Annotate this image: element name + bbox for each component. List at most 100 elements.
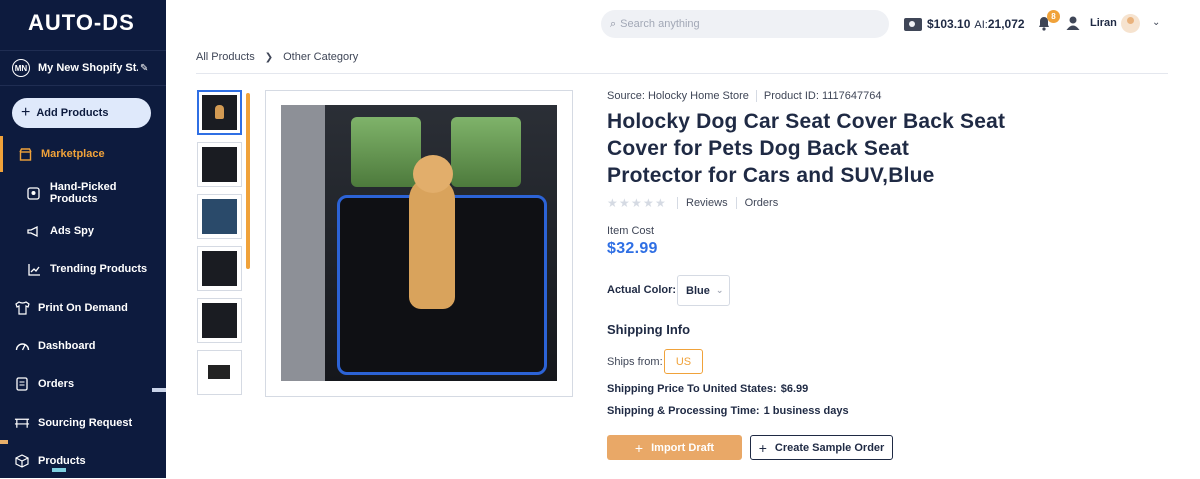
wallet-icon xyxy=(904,17,922,31)
ships-from-option[interactable]: US xyxy=(664,349,703,374)
car-door-shape xyxy=(281,105,325,381)
thumbnail[interactable] xyxy=(197,90,242,135)
sidebar-item-label: Dashboard xyxy=(38,340,96,352)
print-shirt-icon xyxy=(14,300,30,316)
balance-value: $103.10 xyxy=(927,17,971,31)
store-avatar: MN xyxy=(12,59,30,77)
shipping-info-heading: Shipping Info xyxy=(607,322,691,337)
sidebar-item-marketplace[interactable]: Marketplace xyxy=(0,136,166,172)
source-label: Source: xyxy=(607,90,645,102)
store-selector[interactable]: MN My New Shopify St... ✎ xyxy=(0,50,166,86)
sourcing-icon xyxy=(14,415,30,431)
create-sample-order-label: Create Sample Order xyxy=(774,441,885,454)
ai-credits-value: 21,072 xyxy=(987,17,1025,31)
sidebar: AUTO-DS MN My New Shopify St... ✎ + Add … xyxy=(0,0,166,478)
thumbnail-image xyxy=(202,199,237,234)
sidebar-accent-marker xyxy=(0,440,8,444)
sidebar-item-label: Products xyxy=(38,455,86,467)
sidebar-item-products[interactable]: Products xyxy=(0,443,166,479)
reviews-link[interactable]: Reviews xyxy=(686,197,728,209)
thumbnail[interactable] xyxy=(197,142,242,187)
thumbnail[interactable] xyxy=(197,298,242,343)
add-products-label: Add Products xyxy=(36,107,109,119)
sidebar-item-hand-picked[interactable]: Hand-Picked Products xyxy=(0,175,166,211)
item-cost-label: Item Cost xyxy=(607,225,655,237)
color-select[interactable]: Blue ⌄ xyxy=(677,275,730,306)
breadcrumb-all-products[interactable]: All Products xyxy=(196,51,255,63)
chevron-down-icon[interactable]: ⌄ xyxy=(1152,17,1160,28)
ai-credits: AI:21,072 xyxy=(974,17,1024,31)
sidebar-item-orders[interactable]: Orders xyxy=(0,366,166,402)
shipping-time-label: Shipping & Processing Time: xyxy=(607,405,760,417)
product-id-label: Product ID: xyxy=(763,90,819,102)
sidebar-item-print-on-demand[interactable]: Print On Demand xyxy=(0,290,166,326)
divider xyxy=(196,73,1168,74)
chevron-right-icon: ❯ xyxy=(264,51,274,63)
avatar[interactable] xyxy=(1121,14,1140,33)
add-products-button[interactable]: + Add Products xyxy=(12,98,151,128)
create-sample-order-button[interactable]: + Create Sample Order xyxy=(750,435,893,460)
shipping-price-label: Shipping Price To United States: xyxy=(607,383,777,395)
sidebar-item-label: Sourcing Request xyxy=(38,417,133,429)
sidebar-item-label: Orders xyxy=(38,378,75,390)
thumbnail[interactable] xyxy=(197,246,242,291)
sidebar-item-dashboard[interactable]: Dashboard xyxy=(0,328,166,364)
sidebar-item-label: Trending Products xyxy=(50,263,148,275)
thumbnail-image xyxy=(202,95,237,130)
main-product-image[interactable] xyxy=(281,105,557,381)
hand-picked-icon xyxy=(26,185,42,201)
megaphone-icon xyxy=(26,223,42,239)
user-name[interactable]: Liran xyxy=(1090,17,1117,29)
star-icon: ★ xyxy=(619,195,630,210)
thumbnail[interactable] xyxy=(197,350,242,395)
thumbnail-image xyxy=(202,355,237,390)
star-icon: ★ xyxy=(631,195,642,210)
shipping-price-value: $6.99 xyxy=(780,383,809,395)
rating-row: ★ ★ ★ ★ ★ Reviews Orders xyxy=(607,197,778,209)
search-placeholder: Search anything xyxy=(620,18,700,30)
sidebar-item-label: Ads Spy xyxy=(50,225,95,237)
product-title: Holocky Dog Car Seat Cover Back Seat Cov… xyxy=(607,110,1006,187)
star-icon: ★ xyxy=(607,195,618,210)
gauge-icon xyxy=(14,338,30,354)
notification-badge: 8 xyxy=(1047,10,1060,23)
import-draft-button[interactable]: + Import Draft xyxy=(607,435,742,460)
sidebar-scroll-marker xyxy=(152,388,166,392)
breadcrumb: All Products ❯ Other Category xyxy=(196,51,358,63)
trend-chart-icon xyxy=(26,261,42,277)
sidebar-item-label: Hand-Picked Products xyxy=(49,181,117,205)
sidebar-item-trending[interactable]: Trending Products xyxy=(0,251,166,287)
product-id: 1117647764 xyxy=(821,90,882,102)
source-store[interactable]: Holocky Home Store xyxy=(648,90,749,102)
dog-head-shape xyxy=(413,155,453,193)
thumbnail[interactable] xyxy=(197,194,242,239)
chevron-down-icon: ⌄ xyxy=(715,285,724,295)
orders-link[interactable]: Orders xyxy=(745,197,779,209)
plus-icon: + xyxy=(758,439,767,456)
divider xyxy=(735,197,737,209)
store-name: My New Shopify St... xyxy=(38,62,138,74)
thumbnail-scrollbar[interactable] xyxy=(246,93,250,269)
star-icon: ★ xyxy=(643,195,654,210)
import-draft-label: Import Draft xyxy=(651,441,715,454)
star-icon: ★ xyxy=(655,195,666,210)
user-icon[interactable] xyxy=(1066,15,1080,31)
sidebar-item-label: Print On Demand xyxy=(38,302,128,314)
color-select-value: Blue xyxy=(686,284,710,297)
balance-display[interactable]: $103.10 AI:21,072 xyxy=(904,14,1025,34)
actual-color-label: Actual Color: xyxy=(607,284,677,296)
breadcrumb-category[interactable]: Other Category xyxy=(283,51,358,63)
autods-logo[interactable]: AUTO-DS xyxy=(28,10,135,40)
source-row: Source: Holocky Home Store Product ID: 1… xyxy=(607,90,882,102)
window-shape xyxy=(351,117,421,187)
shipping-time: Shipping & Processing Time: 1 business da… xyxy=(607,405,849,417)
sidebar-item-ads-spy[interactable]: Ads Spy xyxy=(0,213,166,249)
window-shape xyxy=(451,117,521,187)
search-input[interactable]: ⌕ Search anything xyxy=(601,10,889,38)
box-icon xyxy=(14,453,30,469)
pencil-icon[interactable]: ✎ xyxy=(140,63,148,74)
sidebar-item-sourcing-request[interactable]: Sourcing Request xyxy=(0,405,166,441)
shipping-time-value: 1 business days xyxy=(763,405,849,417)
dog-body-shape xyxy=(409,177,455,309)
search-icon: ⌕ xyxy=(610,17,617,30)
